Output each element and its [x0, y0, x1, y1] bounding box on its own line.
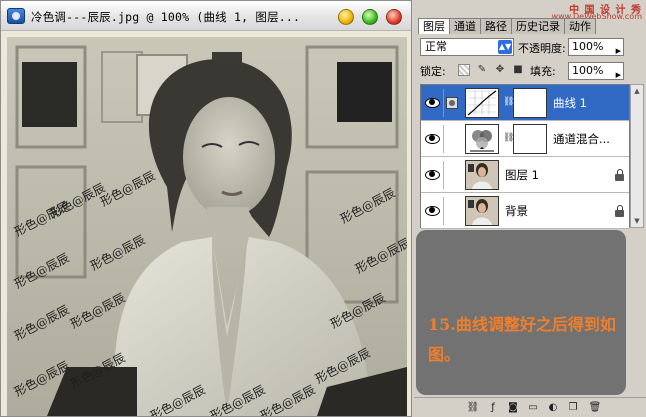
layer-mask-thumbnail[interactable]	[513, 88, 547, 118]
chain-icon[interactable]: ⛓	[503, 131, 514, 145]
mask-icon	[446, 97, 458, 109]
maximize-button[interactable]	[362, 9, 378, 25]
layer-name[interactable]: 图层 1	[505, 167, 539, 183]
tutorial-note: 15.曲线调整好之后得到如图。	[416, 230, 626, 395]
lock-icon	[615, 169, 625, 181]
blend-row: 正常 ▲▼ 不透明度: 100% ▶	[420, 38, 642, 56]
opacity-value: 100%	[572, 40, 604, 53]
mask-icon[interactable]: ◙	[506, 401, 520, 415]
lock-icon[interactable]: ■	[512, 64, 524, 76]
trash-icon[interactable]: 🗑	[588, 401, 602, 415]
document-titlebar[interactable]: 冷色调---辰辰.jpg @ 100% (曲线 1, 图层...	[1, 1, 411, 31]
lock-icon	[615, 205, 625, 217]
layer-mask-thumbnail[interactable]	[513, 124, 547, 154]
slider-arrow-icon[interactable]: ▶	[616, 67, 621, 83]
lock-transparency-icon[interactable]	[458, 64, 470, 76]
layer-list: ⛓ 曲线 1 ⛓ 通道混合... 图层 1 背景	[420, 84, 630, 229]
image-canvas[interactable]: 形色@辰辰 形色@辰辰 形色@辰辰 形色@辰辰 形色@辰辰 形色@辰辰 形色@辰…	[7, 37, 407, 416]
eye-icon[interactable]	[424, 168, 440, 180]
minimize-button[interactable]	[338, 9, 354, 25]
document-window: 冷色调---辰辰.jpg @ 100% (曲线 1, 图层... 形色@辰辰 形…	[0, 0, 412, 417]
fill-label: 填充:	[530, 65, 556, 78]
layer-name[interactable]: 曲线 1	[553, 95, 587, 111]
layer-thumbnail	[465, 196, 499, 226]
scroll-up-arrow-icon[interactable]: ▲	[631, 85, 643, 97]
eye-icon[interactable]	[424, 204, 440, 216]
layer-row[interactable]: 图层 1	[421, 157, 629, 193]
layers-panel: 中 国 设 计 秀 www.DeWebShow.com 图层 通道 路径 历史记…	[414, 0, 646, 417]
layer-thumbnail	[465, 160, 499, 190]
tab-actions[interactable]: 动作	[564, 18, 596, 34]
layer-name[interactable]: 背景	[505, 203, 528, 219]
curves-thumbnail	[465, 88, 499, 118]
layer-name[interactable]: 通道混合...	[553, 131, 610, 147]
fx-icon[interactable]: ƒ	[486, 401, 500, 415]
photoshop-app-icon[interactable]	[7, 8, 25, 24]
panel-tabs: 图层 通道 路径 历史记录 动作	[418, 18, 596, 34]
opacity-label: 不透明度:	[518, 42, 566, 55]
link-icon[interactable]: ⛓	[466, 401, 480, 415]
curves-icon	[467, 90, 497, 116]
close-button[interactable]	[386, 9, 402, 25]
brush-icon[interactable]: ✎	[476, 64, 488, 76]
chain-icon[interactable]: ⛓	[503, 95, 514, 109]
blend-mode-select[interactable]: 正常 ▲▼	[420, 38, 514, 56]
adjustment-icon[interactable]: ◐	[546, 401, 560, 415]
folder-icon[interactable]: ▭	[526, 401, 540, 415]
scroll-down-arrow-icon[interactable]: ▼	[631, 215, 643, 227]
eye-icon[interactable]	[424, 132, 440, 144]
fill-value: 100%	[572, 64, 604, 77]
document-title: 冷色调---辰辰.jpg @ 100% (曲线 1, 图层...	[31, 10, 301, 24]
move-icon[interactable]: ✥	[494, 64, 506, 76]
layer-link-column[interactable]	[443, 197, 459, 225]
blend-mode-value: 正常	[425, 40, 447, 53]
layer-row[interactable]: ⛓ 曲线 1	[421, 85, 629, 121]
layer-link-column[interactable]	[443, 89, 459, 117]
tutorial-note-text: 15.曲线调整好之后得到如图。	[428, 315, 616, 364]
tab-layers[interactable]: 图层	[418, 18, 450, 34]
tab-history[interactable]: 历史记录	[511, 18, 565, 34]
layer-list-scrollbar[interactable]: ▲ ▼	[630, 84, 644, 228]
new-layer-icon[interactable]: ❐	[566, 401, 580, 415]
layer-row[interactable]: ⛓ 通道混合...	[421, 121, 629, 157]
channel-mixer-icon	[470, 130, 494, 152]
layer-link-column[interactable]	[443, 125, 459, 153]
layer-link-column[interactable]	[443, 161, 459, 189]
dropdown-arrow-icon[interactable]: ▲▼	[498, 40, 512, 54]
lock-label: 锁定:	[420, 65, 446, 78]
lock-row: 锁定: ✎ ✥ ■ 填充: 100% ▶	[420, 62, 642, 80]
channel-mixer-thumbnail	[465, 124, 499, 154]
tab-paths[interactable]: 路径	[480, 18, 512, 34]
opacity-field[interactable]: 100% ▶	[568, 38, 624, 56]
slider-arrow-icon[interactable]: ▶	[616, 43, 621, 59]
layers-bottom-bar: ⛓ ƒ ◙ ▭ ◐ ❐ 🗑	[414, 397, 646, 417]
layer-row[interactable]: 背景	[421, 193, 629, 229]
tab-channels[interactable]: 通道	[449, 18, 481, 34]
fill-field[interactable]: 100% ▶	[568, 62, 624, 80]
eye-icon[interactable]	[424, 96, 440, 108]
